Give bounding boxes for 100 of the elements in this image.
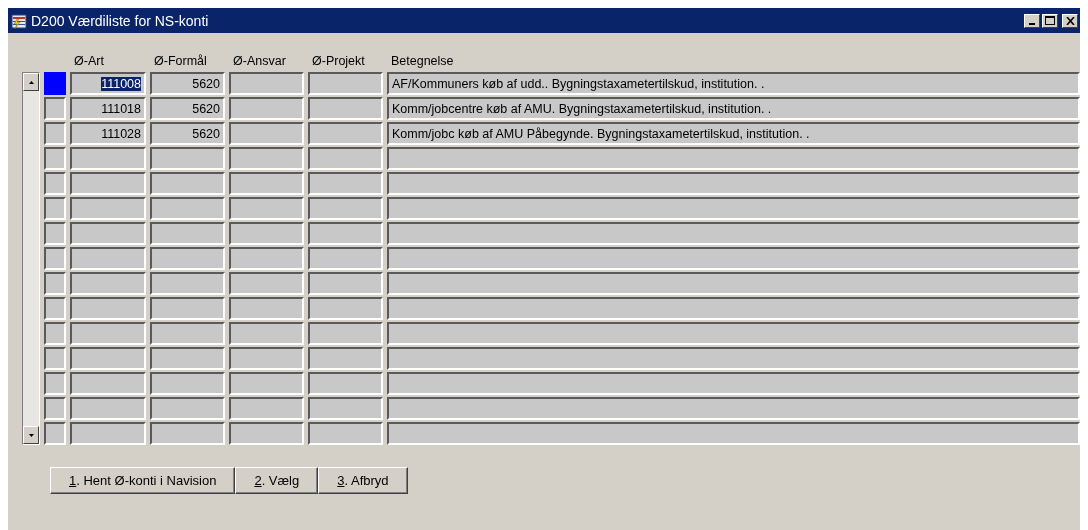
- grid-field[interactable]: [229, 347, 304, 370]
- record-indicator[interactable]: [44, 197, 66, 220]
- down-arrow-icon: [28, 433, 34, 437]
- grid-field[interactable]: [387, 372, 1080, 395]
- record-indicator[interactable]: [44, 147, 66, 170]
- grid-field[interactable]: [70, 372, 146, 395]
- grid-field[interactable]: [229, 297, 304, 320]
- grid-field[interactable]: [387, 222, 1080, 245]
- grid-field[interactable]: [308, 97, 383, 120]
- grid-field[interactable]: [308, 322, 383, 345]
- grid-field[interactable]: [387, 172, 1080, 195]
- grid-field[interactable]: [229, 397, 304, 420]
- grid-field[interactable]: [150, 322, 225, 345]
- grid-field[interactable]: [308, 247, 383, 270]
- close-button[interactable]: [1062, 13, 1078, 28]
- grid-field[interactable]: [308, 222, 383, 245]
- grid-field[interactable]: [70, 197, 146, 220]
- grid-field[interactable]: [387, 197, 1080, 220]
- record-indicator[interactable]: [44, 272, 66, 295]
- scrollbar[interactable]: [22, 72, 40, 445]
- grid-field[interactable]: AF/Kommuners køb af udd.. Bygningstaxametertilskud, institution. .: [387, 72, 1080, 95]
- grid-field[interactable]: [308, 197, 383, 220]
- grid-field[interactable]: [70, 247, 146, 270]
- grid-field[interactable]: [308, 422, 383, 445]
- grid-field[interactable]: [229, 122, 304, 145]
- grid-field[interactable]: 111008: [70, 72, 146, 95]
- grid-field[interactable]: 111018: [70, 97, 146, 120]
- record-indicator[interactable]: [44, 247, 66, 270]
- column-header: Ø-Formål: [153, 54, 208, 70]
- record-indicator[interactable]: [44, 397, 66, 420]
- grid-field[interactable]: [308, 372, 383, 395]
- grid-field[interactable]: [70, 147, 146, 170]
- scroll-down-button[interactable]: [23, 426, 39, 444]
- grid-field[interactable]: Komm/jobc køb af AMU Påbegynde. Bygningstaxametertilskud, institution. .: [387, 122, 1080, 145]
- grid-field[interactable]: [229, 222, 304, 245]
- record-indicator[interactable]: [44, 347, 66, 370]
- grid-field[interactable]: 111028: [70, 122, 146, 145]
- grid-field[interactable]: [150, 172, 225, 195]
- grid-field[interactable]: [70, 222, 146, 245]
- grid-field[interactable]: [70, 272, 146, 295]
- record-indicator[interactable]: [44, 372, 66, 395]
- grid-field[interactable]: [387, 322, 1080, 345]
- grid-field[interactable]: [308, 122, 383, 145]
- maximize-button[interactable]: [1042, 13, 1058, 28]
- grid-field[interactable]: [387, 422, 1080, 445]
- grid-field[interactable]: [70, 347, 146, 370]
- grid-field[interactable]: [150, 397, 225, 420]
- grid-field[interactable]: [229, 322, 304, 345]
- grid-field[interactable]: [308, 272, 383, 295]
- grid-field[interactable]: [308, 147, 383, 170]
- grid-field[interactable]: [70, 322, 146, 345]
- grid-field[interactable]: [150, 272, 225, 295]
- scroll-up-button[interactable]: [23, 73, 39, 91]
- grid-field[interactable]: [229, 147, 304, 170]
- grid-field[interactable]: [387, 147, 1080, 170]
- record-indicator[interactable]: [44, 172, 66, 195]
- grid-field[interactable]: [229, 97, 304, 120]
- grid-field[interactable]: [150, 147, 225, 170]
- record-indicator[interactable]: [44, 322, 66, 345]
- grid-field[interactable]: [70, 172, 146, 195]
- grid-field[interactable]: [308, 347, 383, 370]
- grid-field[interactable]: [150, 422, 225, 445]
- grid-field[interactable]: [70, 297, 146, 320]
- grid-field[interactable]: [229, 172, 304, 195]
- grid-field[interactable]: [387, 347, 1080, 370]
- grid-field[interactable]: [308, 397, 383, 420]
- grid-field[interactable]: [387, 247, 1080, 270]
- action-button[interactable]: 1. Hent Ø-konti i Navision: [50, 467, 236, 494]
- grid-field[interactable]: 5620: [150, 97, 225, 120]
- grid-field[interactable]: [387, 272, 1080, 295]
- record-indicator[interactable]: [44, 297, 66, 320]
- grid-field[interactable]: [150, 197, 225, 220]
- action-button[interactable]: 3. Afbryd: [318, 467, 408, 494]
- grid-field[interactable]: [387, 297, 1080, 320]
- grid-field[interactable]: [150, 247, 225, 270]
- grid-field[interactable]: [229, 72, 304, 95]
- grid-field[interactable]: [308, 72, 383, 95]
- grid-field[interactable]: [229, 372, 304, 395]
- grid-field[interactable]: [308, 172, 383, 195]
- grid-field[interactable]: [229, 197, 304, 220]
- record-indicator[interactable]: [44, 97, 66, 120]
- minimize-button[interactable]: [1024, 13, 1040, 28]
- grid-field[interactable]: [70, 397, 146, 420]
- grid-field[interactable]: [70, 422, 146, 445]
- grid-field[interactable]: [150, 297, 225, 320]
- grid-field[interactable]: [150, 372, 225, 395]
- grid-field[interactable]: 5620: [150, 72, 225, 95]
- grid-field[interactable]: [308, 297, 383, 320]
- action-button[interactable]: 2. Vælg: [235, 467, 319, 494]
- grid-field[interactable]: [150, 222, 225, 245]
- grid-field[interactable]: [229, 247, 304, 270]
- grid-field[interactable]: 5620: [150, 122, 225, 145]
- grid-field[interactable]: [229, 272, 304, 295]
- record-indicator[interactable]: [44, 122, 66, 145]
- grid-field[interactable]: [150, 347, 225, 370]
- grid-field[interactable]: [387, 397, 1080, 420]
- record-indicator[interactable]: [44, 222, 66, 245]
- grid-field[interactable]: Komm/jobcentre køb af AMU. Bygningstaxametertilskud, institution. .: [387, 97, 1080, 120]
- record-indicator[interactable]: [44, 422, 66, 445]
- grid-field[interactable]: [229, 422, 304, 445]
